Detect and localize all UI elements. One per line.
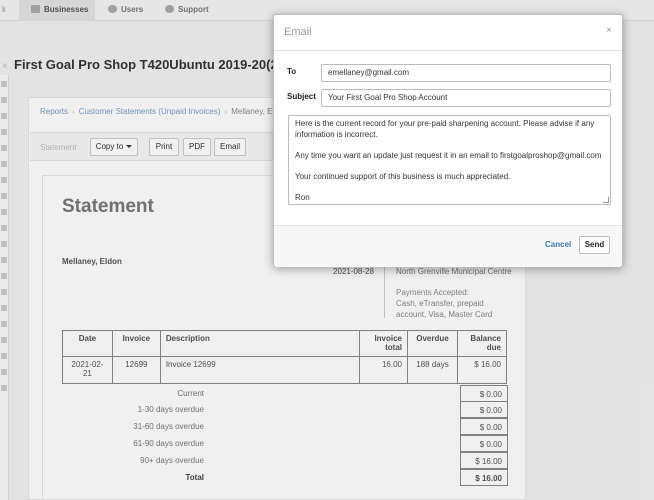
email-dialog: Email × To emellaney@gmail.com Subject Y… xyxy=(273,14,623,267)
close-icon[interactable]: × xyxy=(606,25,612,36)
to-field[interactable]: emellaney@gmail.com xyxy=(321,64,611,82)
to-label: To xyxy=(287,67,297,76)
cancel-button[interactable]: Cancel xyxy=(545,240,571,249)
send-button[interactable]: Send xyxy=(579,236,610,254)
subject-label: Subject xyxy=(287,92,316,101)
subject-field[interactable]: Your First Goal Pro Shop Account xyxy=(321,89,611,107)
resize-handle-icon[interactable] xyxy=(603,197,609,203)
message-line: Your continued support of this business … xyxy=(295,171,511,181)
message-body[interactable]: Here is the current record for your pre-… xyxy=(288,115,611,205)
dialog-divider xyxy=(274,50,622,51)
message-line: Any time you want an update just request… xyxy=(295,150,602,160)
dialog-title: Email xyxy=(284,26,312,38)
message-line: Here is the current record for your pre-… xyxy=(295,119,595,139)
message-line: Ron xyxy=(295,192,310,202)
